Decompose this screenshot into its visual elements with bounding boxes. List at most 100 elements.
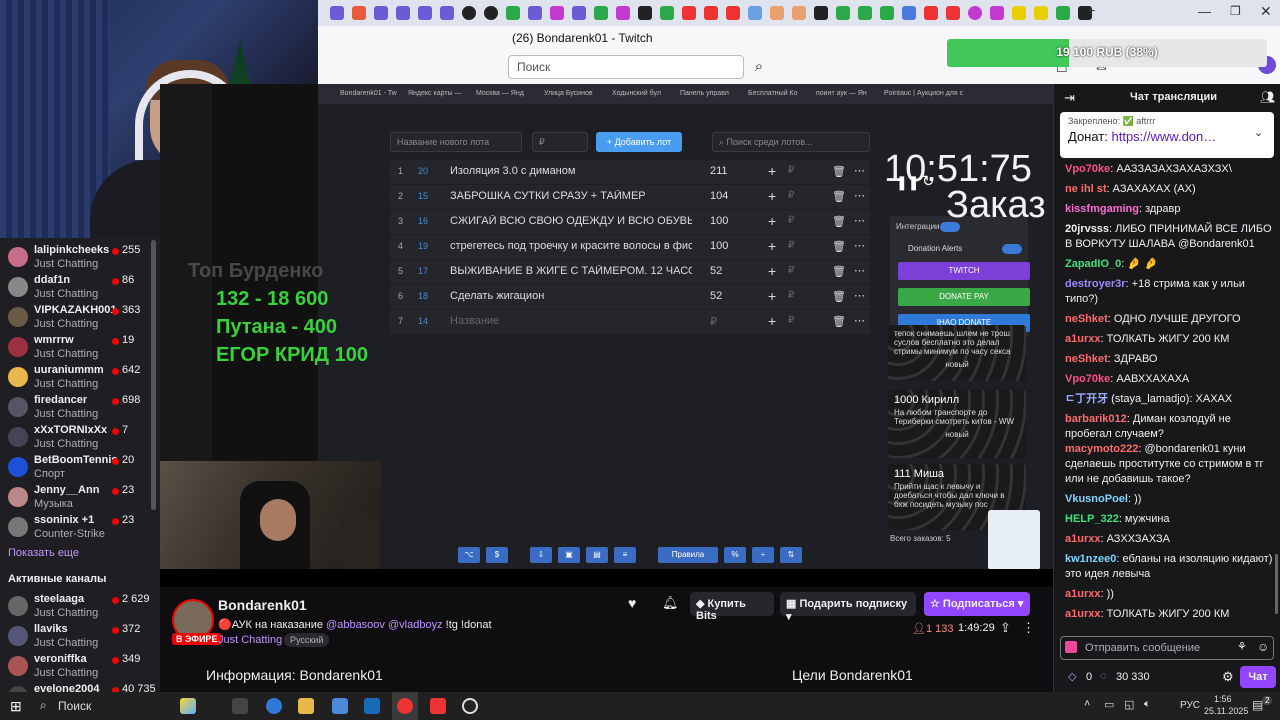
tab-favicon-icon[interactable]: [814, 6, 828, 20]
stream-video[interactable]: Bondarenk01 - Tw Яндекс карты — Москва — Я…: [160, 84, 1053, 587]
emote-icon[interactable]: ☺: [1257, 640, 1269, 654]
tab-favicon-icon[interactable]: [396, 6, 410, 20]
tab-favicon-icon[interactable]: [462, 6, 476, 20]
tab-favicon-icon[interactable]: [770, 6, 784, 20]
folder-icon[interactable]: ▤: [586, 547, 608, 563]
bits-icon[interactable]: ◇: [1068, 670, 1076, 683]
chat-username[interactable]: a1urxx: [1065, 533, 1100, 545]
tray-chevron-icon[interactable]: ˄: [1084, 698, 1090, 710]
close-window-icon[interactable]: ✕: [1260, 3, 1272, 20]
tab-favicon-icon[interactable]: [374, 6, 388, 20]
twitch-integration-button[interactable]: TWITCH: [898, 262, 1030, 280]
buy-bits-button[interactable]: ◆ Купить Bits: [690, 592, 774, 622]
add-amount-icon[interactable]: +: [768, 163, 776, 179]
badge-icon[interactable]: [1065, 641, 1077, 653]
trash-icon[interactable]: 🗑︎: [832, 215, 846, 228]
chat-username[interactable]: HELP_322: [1065, 513, 1119, 525]
trash-icon[interactable]: 🗑︎: [832, 315, 846, 328]
pinned-link[interactable]: https://www.don…: [1111, 129, 1216, 144]
yandex-icon[interactable]: [430, 698, 446, 714]
new-tab-button[interactable]: +: [1086, 3, 1095, 21]
chat-input[interactable]: Отправить сообщение ⚘ ☺: [1060, 636, 1274, 660]
tab-favicon-icon[interactable]: [484, 6, 498, 20]
lot-amount-input[interactable]: ₽: [532, 132, 588, 152]
lot-row[interactable]: 5 17 ВЫЖИВАНИЕ В ЖИГЕ С ТАЙМЕРОМ. 12 ЧАСОВ…: [390, 260, 870, 284]
lot-name[interactable]: стрегетесь под троечку и красите волосы …: [450, 240, 692, 252]
taskbar-search-label[interactable]: Поиск: [58, 699, 91, 713]
chat-username[interactable]: a1urxx: [1065, 588, 1100, 600]
tab-favicon-icon[interactable]: [858, 6, 872, 20]
tab-favicon-icon[interactable]: [418, 6, 432, 20]
lot-amount[interactable]: 52: [710, 265, 722, 277]
chat-username[interactable]: a1urxx: [1065, 608, 1100, 620]
tab-favicon-icon[interactable]: [616, 6, 630, 20]
tab-favicon-icon[interactable]: [594, 6, 608, 20]
lot-name[interactable]: Изоляция 3.0 с диманом: [450, 165, 692, 177]
windows-start-icon[interactable]: ⊞: [10, 698, 22, 715]
chat-username[interactable]: destroyer3r: [1065, 278, 1126, 290]
lot-amount[interactable]: 104: [710, 190, 728, 202]
percent-button[interactable]: %: [724, 547, 746, 563]
more-options-icon[interactable]: ⋯: [854, 239, 865, 252]
search-input[interactable]: Поиск: [508, 55, 744, 79]
reset-icon[interactable]: ↻: [922, 172, 935, 190]
tray-app-icon[interactable]: ▭: [1104, 698, 1114, 711]
volume-icon[interactable]: 🔈︎: [1144, 698, 1151, 711]
sidebar-channel[interactable]: steelaaga Just Chatting 2 629: [8, 593, 158, 623]
tab-favicon-icon[interactable]: [902, 6, 916, 20]
yandex-browser-icon[interactable]: [397, 698, 413, 714]
chevron-down-icon[interactable]: ⌄: [1254, 126, 1263, 139]
tab-favicon-icon[interactable]: [968, 6, 982, 20]
chat-send-button[interactable]: Чат: [1240, 666, 1276, 688]
tab-favicon-icon[interactable]: [528, 6, 542, 20]
lot-name[interactable]: ЗАБРОШКА СУТКИ СРАЗУ + ТАЙМЕР: [450, 190, 692, 202]
lot-amount[interactable]: 100: [710, 215, 728, 227]
tab-favicon-icon[interactable]: [506, 6, 520, 20]
lot-amount[interactable]: ₽: [710, 315, 717, 328]
sidebar-channel[interactable]: wmrrrw Just Chatting 19: [8, 334, 158, 364]
lot-amount[interactable]: 52: [710, 290, 722, 302]
chat-username[interactable]: 20jrvsss: [1065, 223, 1109, 235]
lot-name[interactable]: СЖИГАЙ ВСЮ СВОЮ ОДЕЖДУ И ВСЮ ОБУВЬ: [450, 215, 692, 227]
lot-name[interactable]: Сделать жигацион: [450, 290, 692, 302]
new-lot-input[interactable]: Название нового лота: [390, 132, 522, 152]
title-mention[interactable]: @abbasoov: [326, 619, 385, 631]
tab-favicon-icon[interactable]: [330, 6, 344, 20]
bits-cheer-icon[interactable]: ⚘: [1237, 640, 1247, 653]
donatepay-integration-button[interactable]: DONATE PAY: [898, 288, 1030, 306]
sidebar-channel[interactable]: firedancer Just Chatting 698: [8, 394, 158, 424]
lot-amount[interactable]: 100: [710, 240, 728, 252]
chat-username[interactable]: ㄷ丁开牙: [1065, 393, 1108, 405]
tab-favicon-icon[interactable]: [990, 6, 1004, 20]
add-amount-icon[interactable]: +: [768, 188, 776, 204]
obs-icon[interactable]: [462, 698, 478, 714]
sort-icon[interactable]: ⇅: [780, 547, 802, 563]
collapse-chat-icon[interactable]: ⇥: [1064, 90, 1075, 106]
more-options-icon[interactable]: ⋮: [1022, 620, 1035, 636]
channel-points-icon[interactable]: ◌: [1100, 670, 1107, 682]
donation-alerts-toggle[interactable]: [1002, 244, 1022, 254]
github-icon[interactable]: ⌥: [458, 547, 480, 563]
tab-favicon-icon[interactable]: [660, 6, 674, 20]
chat-username[interactable]: barbarik012: [1065, 413, 1127, 425]
tab-favicon-icon[interactable]: [924, 6, 938, 20]
tab-favicon-icon[interactable]: [748, 6, 762, 20]
tab-favicon-icon[interactable]: [726, 6, 740, 20]
sidebar-channel[interactable]: Jenny__Ann Музыка 23: [8, 484, 158, 514]
tab-favicon-icon[interactable]: [836, 6, 850, 20]
tab-favicon-icon[interactable]: [1056, 6, 1070, 20]
gift-sub-button[interactable]: ▦ Подарить подписку ▾: [780, 592, 916, 623]
tab-favicon-icon[interactable]: [704, 6, 718, 20]
taskbar-search-icon[interactable]: ⌕: [40, 698, 47, 713]
more-options-icon[interactable]: ⋯: [854, 214, 865, 227]
lot-name[interactable]: ВЫЖИВАНИЕ В ЖИГЕ С ТАЙМЕРОМ. 12 ЧАСОВ СР…: [450, 265, 692, 277]
tab-favicon-icon[interactable]: [440, 6, 454, 20]
title-mention[interactable]: @vladboyz: [388, 619, 443, 631]
trash-icon[interactable]: 🗑︎: [832, 165, 846, 178]
search-highlight-icon[interactable]: [180, 698, 196, 714]
more-options-icon[interactable]: ⋯: [854, 164, 865, 177]
chat-username[interactable]: ne ihl st: [1065, 183, 1107, 195]
add-amount-icon[interactable]: +: [768, 313, 776, 329]
dollar-icon[interactable]: $: [486, 547, 508, 563]
lot-row[interactable]: 2 15 ЗАБРОШКА СУТКИ СРАЗУ + ТАЙМЕР 104 + ₽ 🗑︎ ⋯: [390, 185, 870, 209]
